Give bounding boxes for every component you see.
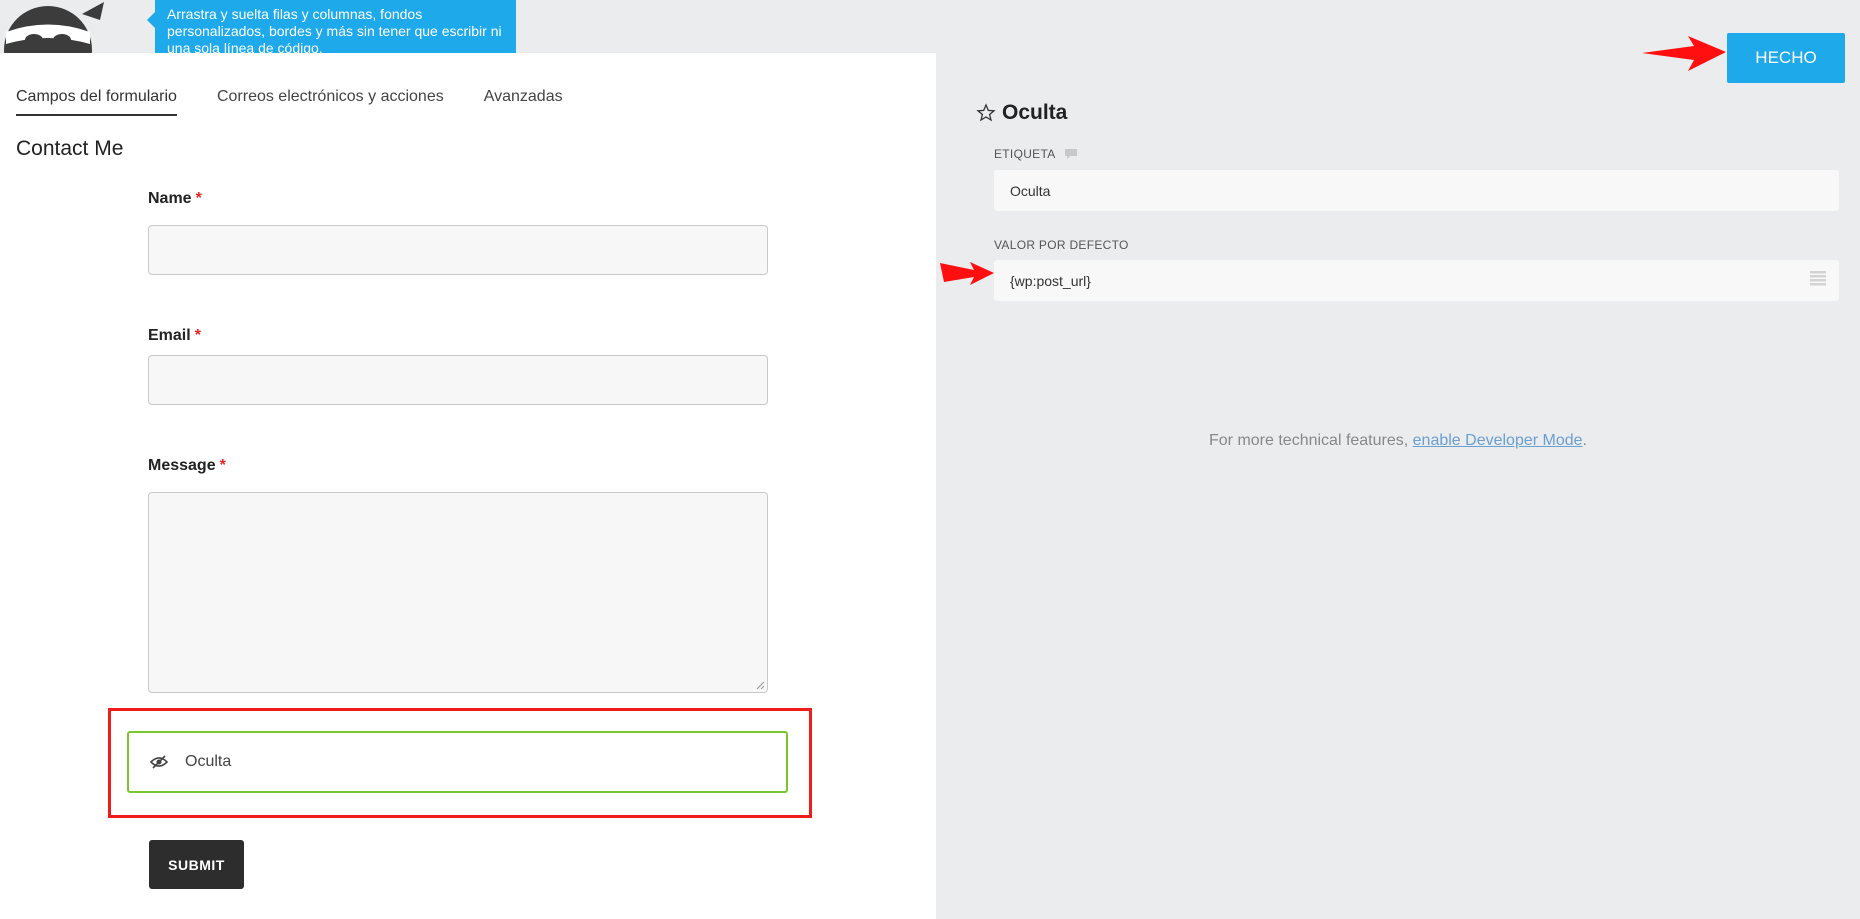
submit-button[interactable]: SUBMIT [149, 840, 244, 889]
form-title: Contact Me [16, 137, 124, 160]
message-label-text: Message [148, 457, 216, 474]
settings-title-text: Oculta [1002, 101, 1068, 124]
arrow-icon [940, 262, 994, 285]
builder-tabs: Campos del formulario Correos electrónic… [16, 88, 603, 116]
email-field-label: Email * [148, 327, 201, 345]
name-label-text: Name [148, 190, 192, 207]
required-marker: * [195, 190, 202, 207]
tab-form-fields[interactable]: Campos del formulario [16, 88, 177, 116]
dev-note-prefix: For more technical features, [1209, 432, 1413, 449]
hidden-field-label: Oculta [185, 753, 232, 770]
default-heading-text: VALOR POR DEFECTO [994, 238, 1129, 252]
done-button[interactable]: HECHO [1727, 33, 1845, 83]
required-marker: * [194, 327, 201, 344]
email-label-text: Email [148, 327, 191, 344]
required-marker: * [219, 457, 226, 474]
label-heading-text: ETIQUETA [994, 147, 1056, 161]
message-textarea[interactable] [148, 492, 768, 693]
ninja-logo [4, 2, 104, 54]
default-value-input[interactable]: {wp:post_url} [994, 260, 1839, 301]
merge-tags-icon[interactable] [1809, 269, 1827, 287]
star-icon[interactable] [976, 103, 996, 123]
tab-advanced[interactable]: Avanzadas [484, 88, 563, 116]
enable-developer-mode-link[interactable]: enable Developer Mode [1413, 432, 1583, 449]
label-setting-heading: ETIQUETA [994, 147, 1078, 161]
label-input-value: Oculta [1010, 182, 1051, 199]
email-field[interactable] [148, 355, 768, 405]
dev-note-suffix: . [1582, 432, 1587, 449]
default-value-heading: VALOR POR DEFECTO [994, 238, 1129, 252]
tab-emails-actions[interactable]: Correos electrónicos y acciones [217, 88, 444, 116]
comment-icon[interactable] [1064, 148, 1078, 160]
label-input[interactable]: Oculta [994, 170, 1839, 211]
hidden-field-item[interactable]: Oculta [127, 731, 788, 793]
name-field-label: Name * [148, 190, 202, 208]
arrow-icon [1642, 36, 1726, 71]
eye-slash-icon [149, 755, 169, 769]
resize-handle-icon[interactable] [755, 680, 765, 690]
name-field[interactable] [148, 225, 768, 275]
developer-mode-note: For more technical features, enable Deve… [936, 432, 1860, 450]
message-field-label: Message * [148, 457, 226, 475]
default-value-text: {wp:post_url} [1010, 272, 1091, 289]
settings-title: Oculta [976, 101, 1067, 125]
